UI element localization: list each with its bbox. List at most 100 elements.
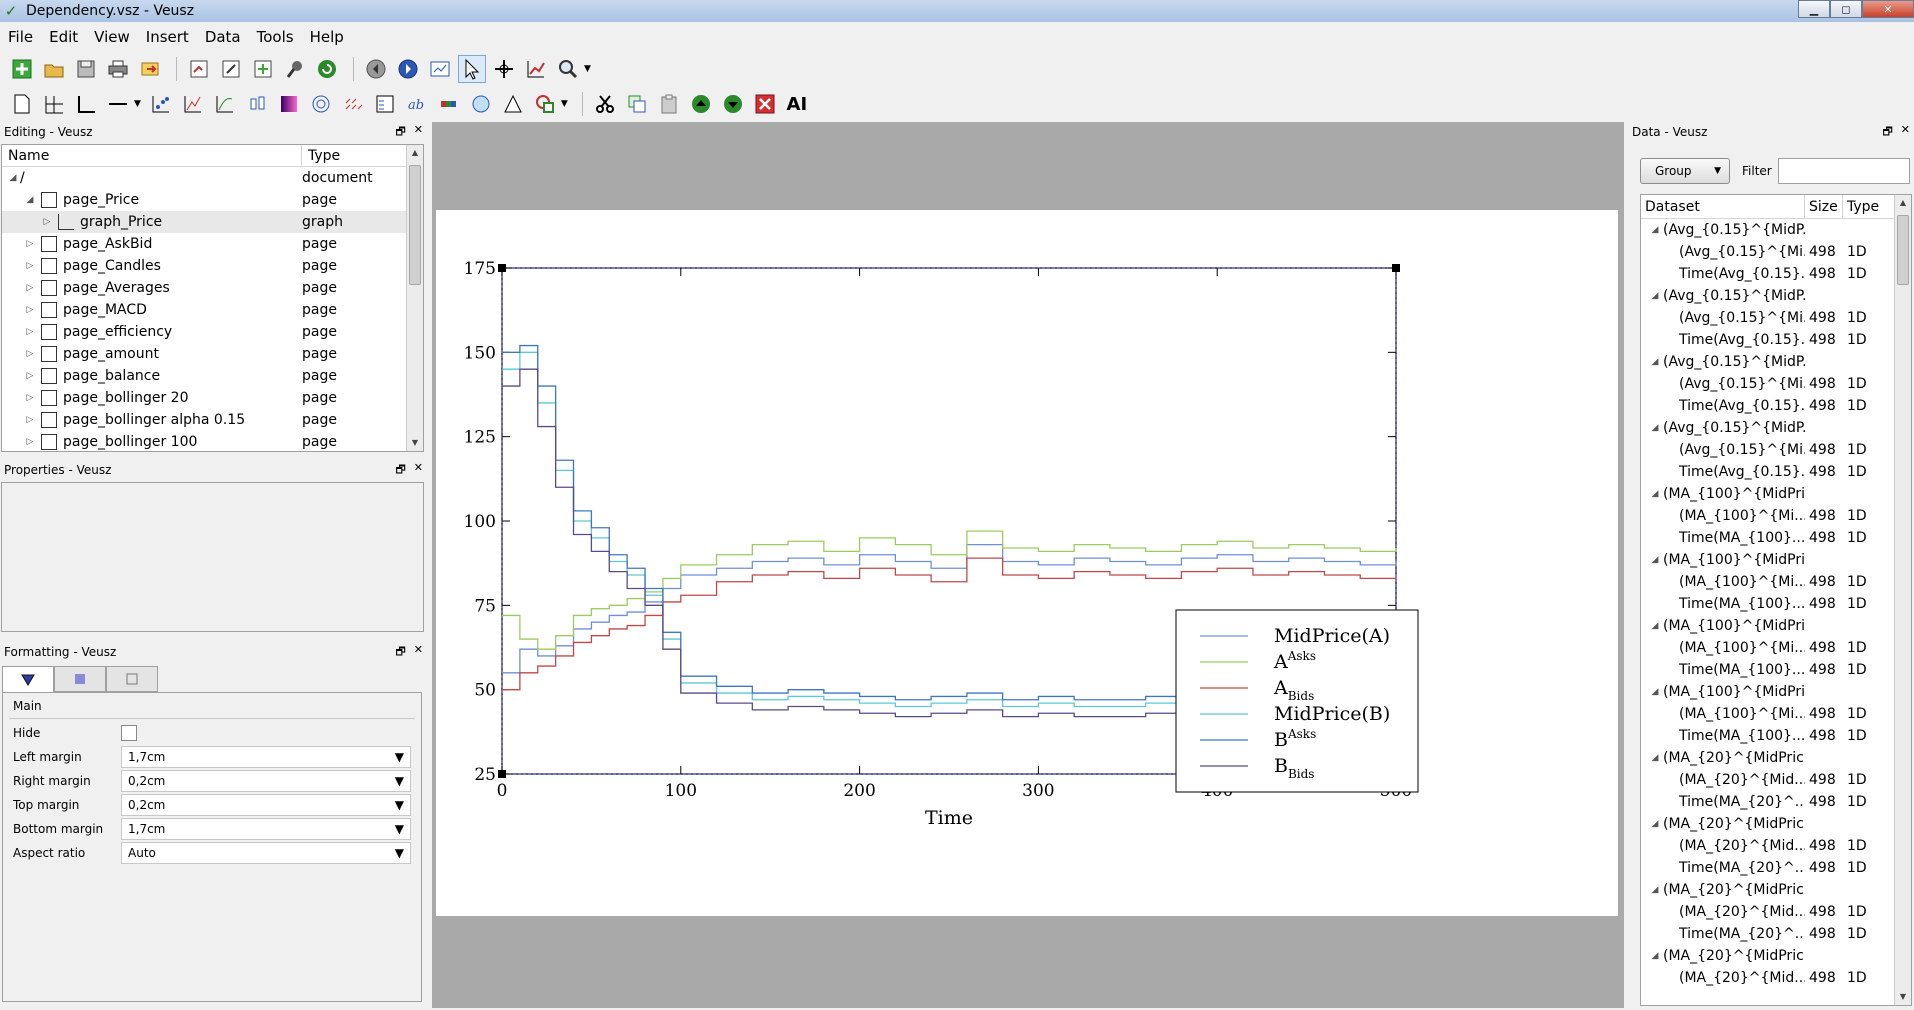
float-icon[interactable]: 🗗 — [1882, 123, 1892, 142]
expanded-arrow-icon[interactable]: ◢ — [1647, 951, 1663, 961]
dataset-row[interactable]: (Avg_{0.15}^{Mi... 498 1D — [1641, 241, 1911, 263]
dataset-row[interactable]: (MA_{100}^{Mi... 498 1D — [1641, 505, 1911, 527]
tree-row[interactable]: ▷ page_bollinger 20 page — [2, 387, 423, 409]
price-chart[interactable]: 2550751001251501750100200300400500TimeMi… — [436, 210, 1618, 916]
add-contour-button[interactable] — [307, 90, 335, 118]
column-header-type[interactable]: Type — [1843, 199, 1879, 215]
close-icon[interactable]: ✕ — [414, 461, 423, 480]
expanded-arrow-icon[interactable]: ◢ — [1647, 885, 1663, 895]
next-page-button[interactable] — [394, 55, 422, 83]
menu-tools[interactable]: Tools — [249, 28, 302, 46]
dataset-row[interactable]: (MA_{20}^{Mid... 498 1D — [1641, 769, 1911, 791]
copy-button[interactable] — [623, 90, 651, 118]
dataset-row[interactable]: (MA_{20}^{Mid... 498 1D — [1641, 835, 1911, 857]
add-grid-button[interactable] — [40, 90, 68, 118]
chevron-down-icon[interactable]: ▼ — [584, 64, 591, 74]
column-header-dataset[interactable]: Dataset — [1641, 195, 1805, 218]
import-data-button[interactable] — [185, 55, 213, 83]
dataset-group-row[interactable]: ◢ (MA_{100}^{MidPri... — [1641, 681, 1911, 703]
chevron-down-icon[interactable]: ▼ — [395, 822, 404, 836]
dataset-row[interactable]: Time(MA_{100}... 498 1D — [1641, 593, 1911, 615]
tab-border[interactable] — [106, 666, 158, 692]
dataset-row[interactable]: (MA_{20}^{Mid... 498 1D — [1641, 901, 1911, 923]
select-tool-button[interactable] — [458, 55, 486, 83]
tree-row[interactable]: ▷ page_MACD page — [2, 299, 423, 321]
column-header-name[interactable]: Name — [2, 145, 302, 166]
plot-window[interactable]: 2550751001251501750100200300400500TimeMi… — [432, 122, 1624, 1008]
dataset-group-row[interactable]: ◢ (MA_{100}^{MidPri... — [1641, 615, 1911, 637]
add-polygon-button[interactable] — [499, 90, 527, 118]
expanded-arrow-icon[interactable]: ◢ — [1647, 357, 1663, 367]
add-xy-plot-button[interactable] — [147, 90, 175, 118]
dataset-row[interactable]: (Avg_{0.15}^{Mi... 498 1D — [1641, 373, 1911, 395]
tree-row[interactable]: ▷ page_AskBid page — [2, 233, 423, 255]
dataset-tree-scrollbar[interactable]: ▲ ▼ — [1894, 195, 1911, 1005]
tree-row[interactable]: ◢ / document — [2, 167, 423, 189]
menu-edit[interactable]: Edit — [41, 28, 86, 46]
maximize-button[interactable]: ◻ — [1830, 0, 1862, 18]
zoom-menu-button[interactable] — [554, 55, 582, 83]
move-down-button[interactable] — [719, 90, 747, 118]
scroll-thumb[interactable] — [1897, 215, 1909, 285]
move-up-button[interactable] — [687, 90, 715, 118]
dataset-row[interactable]: Time(MA_{100}... 498 1D — [1641, 725, 1911, 747]
dataset-group-row[interactable]: ◢ (MA_{20}^{MidPric... — [1641, 945, 1911, 967]
expanded-arrow-icon[interactable]: ◢ — [1647, 225, 1663, 235]
float-icon[interactable]: 🗗 — [395, 643, 405, 662]
dataset-row[interactable]: Time(MA_{100}... 498 1D — [1641, 659, 1911, 681]
add-boxplot-button[interactable] — [243, 90, 271, 118]
minimize-button[interactable]: ▁ — [1798, 0, 1830, 18]
dataset-row[interactable]: (Avg_{0.15}^{Mi... 498 1D — [1641, 439, 1911, 461]
save-button[interactable] — [72, 55, 100, 83]
add-label-button[interactable]: ab — [403, 90, 431, 118]
zoom-plot-button[interactable] — [522, 55, 550, 83]
expanded-arrow-icon[interactable]: ◢ — [1647, 489, 1663, 499]
collapsed-arrow-icon[interactable]: ▷ — [23, 349, 37, 359]
tree-row[interactable]: ▷ page_efficiency page — [2, 321, 423, 343]
collapsed-arrow-icon[interactable]: ▷ — [23, 393, 37, 403]
hide-checkbox[interactable] — [121, 725, 137, 741]
dataset-row[interactable]: (Avg_{0.15}^{Mi... 498 1D — [1641, 307, 1911, 329]
filter-input[interactable] — [1778, 158, 1910, 184]
collapsed-arrow-icon[interactable]: ▷ — [23, 283, 37, 293]
tree-row[interactable]: ▷ graph_Price graph — [2, 211, 423, 233]
scroll-down-icon[interactable]: ▼ — [407, 435, 423, 451]
add-graph-button[interactable] — [72, 90, 100, 118]
close-icon[interactable]: ✕ — [414, 123, 423, 142]
expanded-arrow-icon[interactable]: ◢ — [23, 195, 37, 205]
dataset-group-row[interactable]: ◢ (Avg_{0.15}^{MidP... — [1641, 351, 1911, 373]
chevron-down-icon[interactable]: ▼ — [561, 99, 568, 109]
scroll-up-icon[interactable]: ▲ — [1895, 195, 1911, 211]
add-function-button[interactable] — [179, 90, 207, 118]
scroll-down-icon[interactable]: ▼ — [1895, 989, 1911, 1005]
right-margin-field[interactable]: 0,2cm ▼ — [121, 770, 411, 792]
dataset-row[interactable]: Time(Avg_{0.15}... 498 1D — [1641, 329, 1911, 351]
dataset-row[interactable]: (MA_{100}^{Mi... 498 1D — [1641, 637, 1911, 659]
plot-page[interactable]: 2550751001251501750100200300400500TimeMi… — [436, 210, 1618, 916]
collapsed-arrow-icon[interactable]: ▷ — [23, 327, 37, 337]
new-document-button[interactable] — [8, 55, 36, 83]
open-button[interactable] — [40, 55, 68, 83]
paste-button[interactable] — [655, 90, 683, 118]
close-icon[interactable]: ✕ — [414, 643, 423, 662]
dataset-row[interactable]: (MA_{100}^{Mi... 498 1D — [1641, 571, 1911, 593]
expanded-arrow-icon[interactable]: ◢ — [1647, 621, 1663, 631]
float-icon[interactable]: 🗗 — [395, 123, 405, 142]
dataset-row[interactable]: Time(MA_{20}^... 498 1D — [1641, 791, 1911, 813]
menu-insert[interactable]: Insert — [138, 28, 197, 46]
add-shape-button[interactable] — [531, 90, 559, 118]
widget-tree-scrollbar[interactable]: ▲ ▼ — [406, 145, 423, 451]
create-dataset-button[interactable] — [249, 55, 277, 83]
tree-row[interactable]: ▷ page_bollinger alpha 0.15 page — [2, 409, 423, 431]
dataset-row[interactable]: Time(Avg_{0.15}... 498 1D — [1641, 263, 1911, 285]
tree-row[interactable]: ▷ page_Averages page — [2, 277, 423, 299]
expanded-arrow-icon[interactable]: ◢ — [1647, 819, 1663, 829]
dataset-row[interactable]: Time(Avg_{0.15}... 498 1D — [1641, 461, 1911, 483]
add-vector-field-button[interactable] — [339, 90, 367, 118]
dataset-group-row[interactable]: ◢ (Avg_{0.15}^{MidP... — [1641, 417, 1911, 439]
column-header-size[interactable]: Size — [1805, 195, 1843, 218]
read-values-button[interactable] — [490, 55, 518, 83]
chevron-down-icon[interactable]: ▼ — [395, 846, 404, 860]
export-button[interactable] — [136, 55, 164, 83]
dataset-tree[interactable]: Dataset Size Type ◢ (Avg_{0.15}^{MidP...(… — [1640, 194, 1912, 1006]
